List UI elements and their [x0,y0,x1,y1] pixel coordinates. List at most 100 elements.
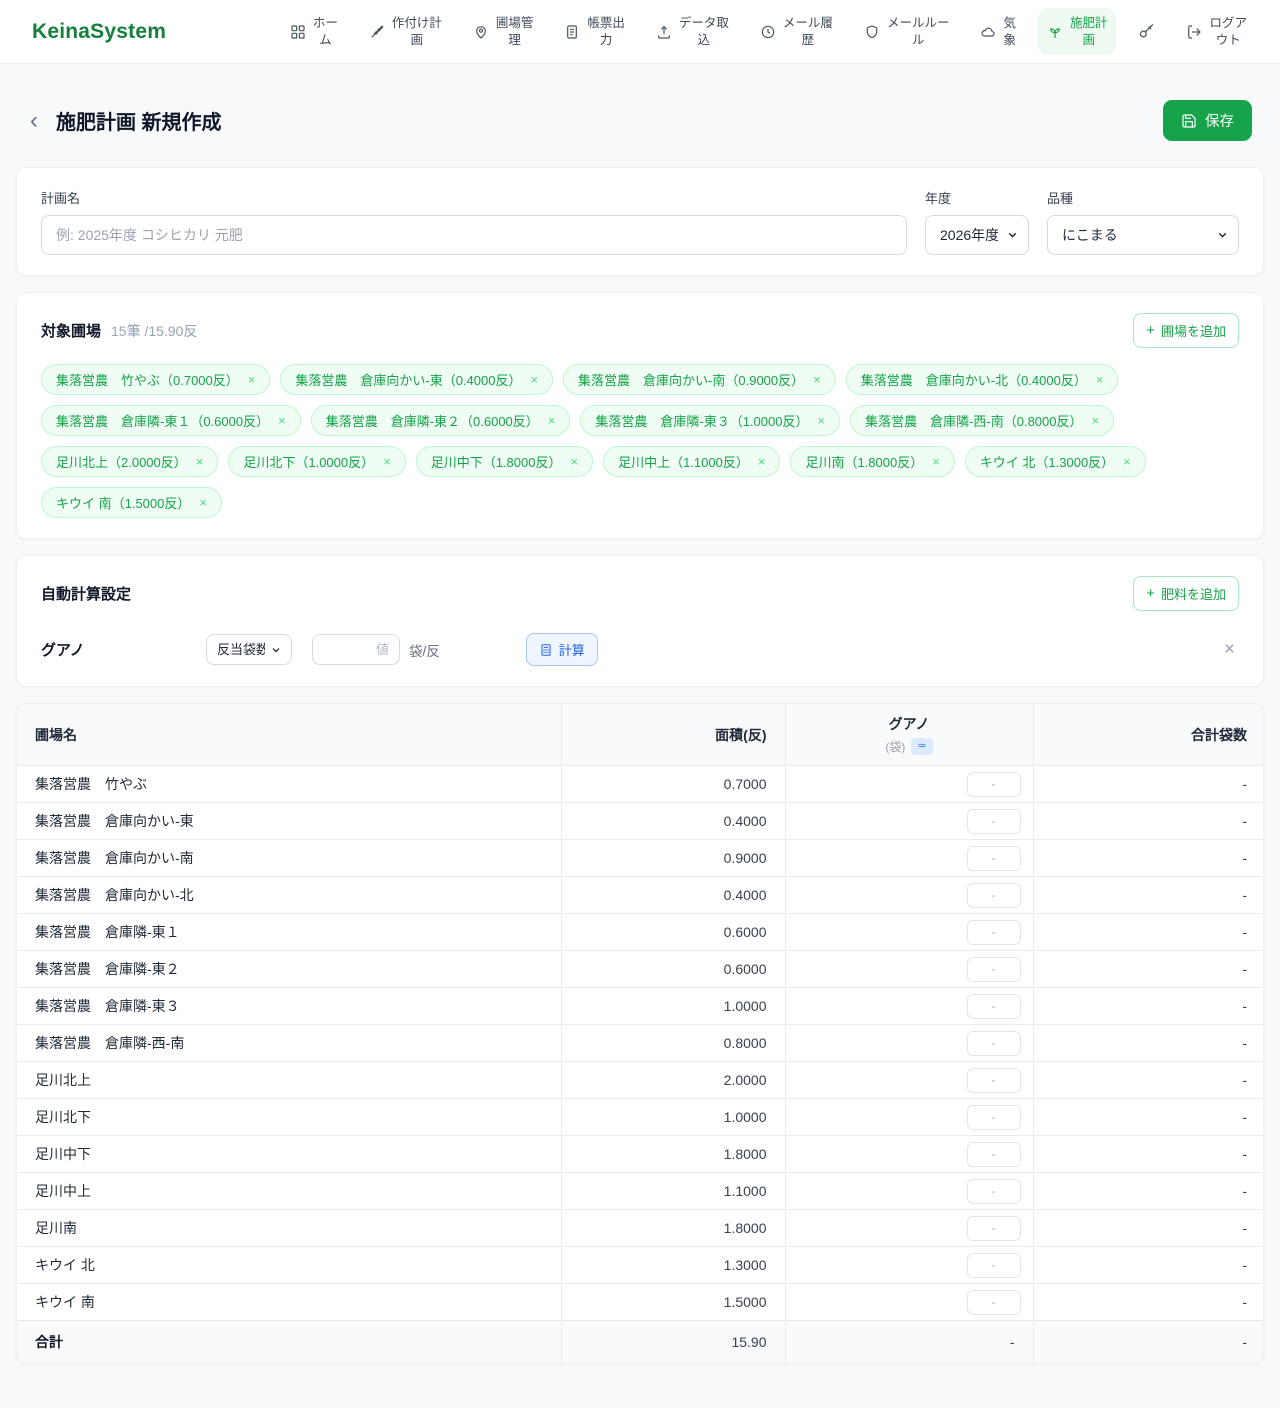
approx-badge[interactable]: ≃ [911,738,932,755]
chip-close-icon[interactable]: × [548,413,556,428]
cell-field-name: 足川北上 [17,1062,561,1099]
guano-bags-input[interactable] [967,809,1021,834]
nav-item-report-output[interactable]: 帳票出 力 [555,8,634,55]
cell-guano [785,951,1033,988]
year-select[interactable]: 2026年度 [925,215,1029,255]
plan-name-input[interactable] [41,215,907,255]
chip-close-icon[interactable]: × [758,454,766,469]
field-chip[interactable]: キウイ 北（1.3000反） × [965,446,1146,477]
save-button[interactable]: 保存 [1163,100,1252,141]
add-field-button[interactable]: + 圃場を追加 [1133,313,1239,348]
col-header-area: 面積(反) [561,704,785,766]
table-row: 足川北上 2.0000 - [17,1062,1264,1099]
field-chip-label: キウイ 南（1.5000反） [56,493,190,512]
field-chip[interactable]: キウイ 南（1.5000反） × [41,487,222,518]
field-chip[interactable]: 集落営農 倉庫隣-西-南（0.8000反） × [850,405,1114,436]
guano-bags-input[interactable] [967,1290,1021,1315]
field-chip-label: 足川中上（1.1000反） [618,452,749,471]
table-total-row: 合計 15.90 - - [17,1321,1264,1363]
add-fertilizer-button[interactable]: + 肥料を追加 [1133,576,1239,611]
cell-field-name: キウイ 南 [17,1284,561,1321]
nav-item-field-management[interactable]: 圃場管 理 [464,8,543,55]
chip-close-icon[interactable]: × [813,372,821,387]
nav-item-fertilization-plan[interactable]: 施肥計 画 [1038,8,1117,55]
guano-bags-input[interactable] [967,1105,1021,1130]
field-chip[interactable]: 足川北上（2.0000反） × [41,446,218,477]
field-chip[interactable]: 集落営農 倉庫隣-東３（1.0000反） × [580,405,840,436]
cell-total-bags: - [1033,1173,1264,1210]
guano-bags-input[interactable] [967,920,1021,945]
guano-bags-input[interactable] [967,883,1021,908]
chip-close-icon[interactable]: × [817,413,825,428]
cell-field-name: 足川北下 [17,1099,561,1136]
field-chip[interactable]: 足川北下（1.0000反） × [228,446,405,477]
field-chip[interactable]: 集落営農 倉庫向かい-東（0.4000反） × [280,364,553,395]
guano-bags-input[interactable] [967,1068,1021,1093]
chip-close-icon[interactable]: × [932,454,940,469]
calc-value-input[interactable] [312,634,400,665]
guano-bags-input[interactable] [967,957,1021,982]
guano-bags-input[interactable] [967,846,1021,871]
guano-bags-input[interactable] [967,1253,1021,1278]
field-chip[interactable]: 足川中下（1.8000反） × [416,446,593,477]
cell-guano [785,1136,1033,1173]
chip-close-icon[interactable]: × [1123,454,1131,469]
calc-method-select[interactable]: 反当袋数 [206,634,292,665]
chip-close-icon[interactable]: × [1096,372,1104,387]
nav-item-mail-history[interactable]: メール履 歴 [751,8,842,55]
field-chip[interactable]: 集落営農 倉庫向かい-北（0.4000反） × [846,364,1119,395]
chip-close-icon[interactable]: × [196,454,204,469]
plan-form-card: 計画名 年度 2026年度 品種 にこまる [16,167,1264,276]
chip-close-icon[interactable]: × [248,372,256,387]
guano-bags-input[interactable] [967,1031,1021,1056]
document-icon [564,24,580,40]
guano-bags-input[interactable] [967,994,1021,1019]
main-content: ‹ 施肥計画 新規作成 保存 計画名 年度 2026年度 [0,64,1280,1408]
history-clock-icon [760,24,776,40]
remove-fertilizer-icon[interactable]: × [1220,639,1239,661]
chip-close-icon[interactable]: × [570,454,578,469]
table-row: 集落営農 竹やぶ 0.7000 - [17,766,1264,803]
fertilizer-row: グアノ 反当袋数 袋/反 計算 × [41,633,1239,666]
chip-close-icon[interactable]: × [383,454,391,469]
nav-item-logout[interactable]: ログア ウト [1177,8,1256,55]
cell-area: 1.8000 [561,1210,785,1247]
chip-close-icon[interactable]: × [199,495,207,510]
guano-bags-input[interactable] [967,772,1021,797]
chip-close-icon[interactable]: × [1091,413,1099,428]
nav-item-data-import[interactable]: データ取 込 [647,8,738,55]
back-button[interactable]: ‹ [24,109,44,133]
sprout-icon [1047,24,1063,40]
top-navbar: KeinaSystem ホー ム 作付け計 画 圃場管 理 帳票出 力 データ取… [0,0,1280,64]
nav-item-mail-rules[interactable]: メールルー ル [855,8,959,55]
page-title: 施肥計画 新規作成 [56,106,222,135]
table-row: 集落営農 倉庫隣-東２ 0.6000 - [17,951,1264,988]
guano-bags-input[interactable] [967,1216,1021,1241]
variety-select[interactable]: にこまる [1047,215,1239,255]
calculate-button[interactable]: 計算 [526,633,598,666]
field-chip[interactable]: 足川南（1.8000反） × [790,446,954,477]
field-chip-label: 集落営農 倉庫向かい-東（0.4000反） [295,370,521,389]
field-chip[interactable]: 集落営農 倉庫向かい-南（0.9000反） × [563,364,836,395]
nav-item-cropping-plan[interactable]: 作付け計 画 [360,8,451,55]
field-chip[interactable]: 足川中上（1.1000反） × [603,446,780,477]
cell-guano [785,1210,1033,1247]
guano-bags-input[interactable] [967,1179,1021,1204]
field-chip[interactable]: 集落営農 倉庫隣-東２（0.6000反） × [311,405,571,436]
guano-bags-input[interactable] [967,1142,1021,1167]
chip-close-icon[interactable]: × [530,372,538,387]
field-chip[interactable]: 集落営農 竹やぶ（0.7000反） × [41,364,270,395]
table-row: 足川中下 1.8000 - [17,1136,1264,1173]
map-pin-icon [473,24,489,40]
nav-item-weather[interactable]: 気 象 [971,8,1025,55]
cell-guano [785,988,1033,1025]
nav-item-home[interactable]: ホー ム [281,8,347,55]
chip-close-icon[interactable]: × [278,413,286,428]
cell-area: 1.0000 [561,1099,785,1136]
target-fields-summary: 15筆 /15.90反 [111,321,197,341]
cell-total-bags: - [1033,951,1264,988]
nav-label: 作付け計 画 [392,15,442,48]
nav-item-api-key[interactable] [1129,16,1164,47]
field-chip[interactable]: 集落営農 倉庫隣-東１（0.6000反） × [41,405,301,436]
cell-guano [785,766,1033,803]
